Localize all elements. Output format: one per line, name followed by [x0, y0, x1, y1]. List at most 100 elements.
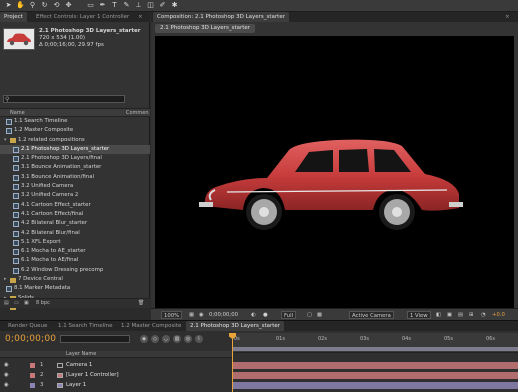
name-column-header[interactable]: Name — [10, 110, 25, 116]
project-comp-item[interactable]: 4.2 Bilateral Blur/final — [0, 229, 150, 238]
project-comp-item[interactable]: 5.1 XFL Export — [0, 238, 150, 247]
pen-tool-icon[interactable]: ✒ — [98, 1, 107, 10]
label-color-swatch[interactable] — [30, 383, 35, 388]
visibility-eye-icon[interactable]: ◉ — [4, 381, 9, 388]
clone-stamp-tool-icon[interactable]: ⊥ — [134, 1, 143, 10]
current-time-display[interactable]: 0;00;00;00 — [209, 311, 238, 319]
draft-3d-icon[interactable]: ◇ — [151, 335, 159, 343]
timeline-search-input[interactable] — [60, 335, 130, 343]
roto-brush-tool-icon[interactable]: ✐ — [158, 1, 167, 10]
current-time-indicator[interactable] — [232, 333, 233, 392]
hide-shy-layers-icon[interactable]: ◡ — [162, 335, 170, 343]
timeline-tab[interactable]: Render Queue — [4, 321, 51, 331]
layer-duration-bar[interactable] — [232, 372, 518, 379]
eraser-tool-icon[interactable]: ◫ — [146, 1, 155, 10]
panel-close-icon[interactable]: × — [138, 12, 143, 22]
type-tool-icon[interactable]: T — [110, 1, 119, 10]
resolution-dropdown[interactable]: Full — [281, 311, 297, 319]
timeline-icon[interactable]: ▤ — [458, 311, 463, 319]
pan-behind-tool-icon[interactable]: ✥ — [64, 1, 73, 10]
timeline-layer-row[interactable]: ◉ 3 Layer 1 — [0, 381, 518, 390]
comment-column-header[interactable]: Commen — [126, 110, 149, 116]
project-folder-item[interactable]: ▸ 7 Device Central — [0, 275, 150, 284]
bit-depth-button[interactable]: 8 bpc — [36, 300, 50, 307]
layer-name-header[interactable]: Layer Name — [66, 351, 96, 357]
motion-blur-icon[interactable]: ◎ — [184, 335, 192, 343]
fast-previews-icon[interactable]: ▣ — [447, 311, 452, 319]
frame-blending-icon[interactable]: ▥ — [173, 335, 181, 343]
work-area-bar[interactable] — [232, 347, 518, 351]
project-comp-item[interactable]: 1.1 Search Timeline — [0, 117, 150, 126]
project-comp-item[interactable]: 3.1 Bounce Animation_starter — [0, 163, 150, 172]
new-folder-icon[interactable]: ▭ — [14, 300, 19, 307]
timeline-tab[interactable]: 1.1 Search Timeline — [54, 321, 117, 331]
camera-view-dropdown[interactable]: Active Camera — [349, 311, 394, 319]
timeline-tab[interactable]: 2.1 Photoshop 3D Layers_starter — [186, 321, 285, 331]
puppet-pin-tool-icon[interactable]: ✱ — [170, 1, 179, 10]
time-ruler[interactable]: 0s 01s 02s 03s 04s 05s 06s — [232, 333, 518, 353]
project-comp-item[interactable]: 3.2 Unified Camera — [0, 182, 150, 191]
project-comp-item[interactable]: 4.1 Cartoon Effect_starter — [0, 201, 150, 210]
tab-effect-controls[interactable]: Effect Controls: Layer 1 Controller — [32, 12, 133, 22]
timeline-timecode[interactable]: 0;00;00;00 — [5, 334, 56, 344]
project-comp-item[interactable]: 4.2 Bilateral Blur_starter — [0, 219, 150, 228]
interpret-footage-icon[interactable]: ▤ — [4, 300, 9, 307]
project-comp-item[interactable]: 4.1 Cartoon Effect/final — [0, 210, 150, 219]
layer-duration-bar[interactable] — [232, 362, 518, 369]
panel-close-icon[interactable]: × — [505, 12, 510, 22]
label-color-swatch[interactable] — [30, 363, 35, 368]
rotate-tool-icon[interactable]: ↻ — [40, 1, 49, 10]
project-comp-item[interactable]: 8.1 Marker Metadata — [0, 284, 150, 293]
timeline-layer-row[interactable]: ◉ 1 Camera 1 — [0, 361, 518, 370]
grid-icon[interactable]: ▦ — [189, 311, 194, 319]
toggle-pixel-aspect-icon[interactable]: ◧ — [436, 311, 441, 319]
view-layout-dropdown[interactable]: 1 View — [407, 311, 431, 319]
layer-name[interactable]: [Layer 1 Controller] — [66, 371, 119, 380]
layer-duration-bar[interactable] — [232, 382, 518, 389]
timeline-tab[interactable]: 1.2 Master Composite — [117, 321, 185, 331]
project-comp-item[interactable]: 3.2 Unified Camera 2 — [0, 191, 150, 200]
project-comp-item[interactable]: 1.2 Master Composite — [0, 126, 150, 135]
layer-name[interactable]: Layer 1 — [66, 381, 86, 390]
delete-icon[interactable]: 🗑 — [138, 300, 144, 307]
zoom-tool-icon[interactable]: ⚲ — [28, 1, 37, 10]
project-search-input[interactable]: ⚲ — [3, 95, 125, 103]
label-color-swatch[interactable] — [30, 373, 35, 378]
layer-name[interactable]: Camera 1 — [66, 361, 92, 370]
project-comp-item[interactable]: 3.1 Bounce Animation/final — [0, 173, 150, 182]
disclosure-closed-icon[interactable]: ▸ — [4, 275, 7, 284]
orbit-camera-tool-icon[interactable]: ⟲ — [52, 1, 61, 10]
camera-snapshot-icon[interactable]: ◉ — [199, 311, 204, 319]
comp-mini-flowchart-icon[interactable]: ◈ — [140, 335, 148, 343]
solid-layer-icon — [57, 383, 63, 388]
project-folder-item[interactable]: ▾ 1.2 related compositions — [0, 136, 150, 145]
tab-project[interactable]: Project — [0, 12, 27, 22]
comp-breadcrumb[interactable]: 2.1 Photoshop 3D Layers_starter — [155, 24, 256, 33]
rectangle-tool-icon[interactable]: ▭ — [86, 1, 95, 10]
exposure-value[interactable]: +0.0 — [492, 311, 505, 319]
zoom-dropdown[interactable]: 100% — [161, 311, 183, 319]
comp-flowchart-icon[interactable]: ⊞ — [469, 311, 473, 319]
timeline-layer-row[interactable]: ◉ 2 [Layer 1 Controller] — [0, 371, 518, 380]
graph-editor-icon[interactable]: ⌇ — [195, 335, 203, 343]
project-comp-item[interactable]: 6.1 Mocha to AE_starter — [0, 247, 150, 256]
new-comp-icon[interactable]: ▣ — [24, 300, 29, 307]
selection-tool-icon[interactable]: ➤ — [4, 1, 13, 10]
transparency-grid-icon[interactable]: ▩ — [317, 311, 322, 319]
disclosure-open-icon[interactable]: ▾ — [4, 136, 7, 145]
hand-tool-icon[interactable]: ✋ — [16, 1, 25, 10]
channel-icon[interactable]: ● — [263, 311, 268, 319]
visibility-eye-icon[interactable]: ◉ — [4, 361, 9, 368]
tab-composition[interactable]: Composition: 2.1 Photoshop 3D Layers_sta… — [153, 12, 289, 22]
visibility-eye-icon[interactable]: ◉ — [4, 371, 9, 378]
project-comp-item[interactable]: 6.2 Window Dressing precomp — [0, 266, 150, 275]
project-comp-item[interactable]: 2.1 Photoshop 3D Layers_starter — [0, 144, 150, 155]
project-comp-item[interactable]: 6.1 Mocha to AE/final — [0, 256, 150, 265]
composition-canvas[interactable] — [155, 36, 514, 308]
project-comp-item[interactable]: 2.1 Photoshop 3D Layers/final — [0, 154, 150, 163]
region-of-interest-icon[interactable]: ▢ — [307, 311, 312, 319]
reset-exposure-icon[interactable]: ◔ — [481, 311, 486, 319]
brush-tool-icon[interactable]: ✎ — [122, 1, 131, 10]
show-snapshot-icon[interactable]: ◐ — [251, 311, 256, 319]
red-car-image — [199, 139, 463, 230]
